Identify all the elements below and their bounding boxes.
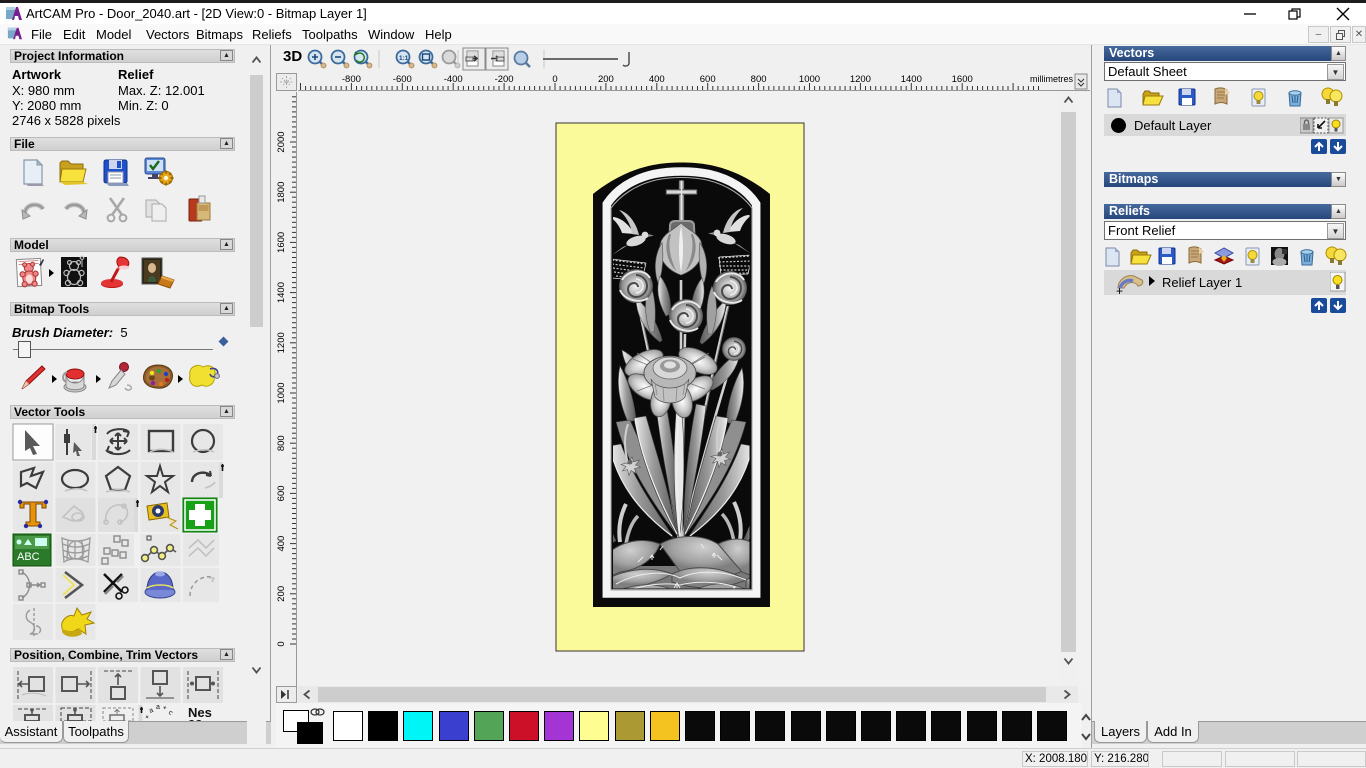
svg-text:1600: 1600 (276, 232, 287, 253)
svg-text:-800: -800 (342, 74, 361, 85)
svg-text:600: 600 (276, 485, 287, 501)
svg-text:400: 400 (276, 536, 287, 552)
svg-text:millimetres: millimetres (1030, 74, 1074, 84)
svg-text:1400: 1400 (276, 282, 287, 303)
svg-text:-600: -600 (393, 74, 412, 85)
svg-text:200: 200 (598, 74, 614, 85)
svg-text:a: a (148, 707, 154, 715)
svg-text:0: 0 (276, 641, 287, 646)
svg-text:c: c (167, 709, 175, 717)
svg-text:600: 600 (700, 74, 716, 85)
svg-text:1800: 1800 (276, 182, 287, 203)
svg-text:-400: -400 (444, 74, 463, 85)
svg-text:-200: -200 (495, 74, 514, 85)
svg-text:+: + (161, 704, 167, 712)
svg-text:1200: 1200 (850, 74, 871, 85)
svg-text:1:1: 1:1 (399, 55, 409, 62)
svg-text:a: a (156, 704, 160, 711)
svg-text:1000: 1000 (799, 74, 820, 85)
svg-text:ABC: ABC (17, 551, 40, 563)
svg-text:0: 0 (552, 74, 557, 85)
svg-text:400: 400 (649, 74, 665, 85)
svg-text:200: 200 (276, 586, 287, 602)
svg-text:1000: 1000 (276, 382, 287, 403)
svg-text:2000: 2000 (276, 131, 287, 152)
svg-text:800: 800 (276, 435, 287, 451)
svg-text:1400: 1400 (901, 74, 922, 85)
svg-text:1200: 1200 (276, 332, 287, 353)
svg-text:800: 800 (751, 74, 767, 85)
svg-text:1600: 1600 (952, 74, 973, 85)
svg-text:+: + (1116, 284, 1123, 296)
